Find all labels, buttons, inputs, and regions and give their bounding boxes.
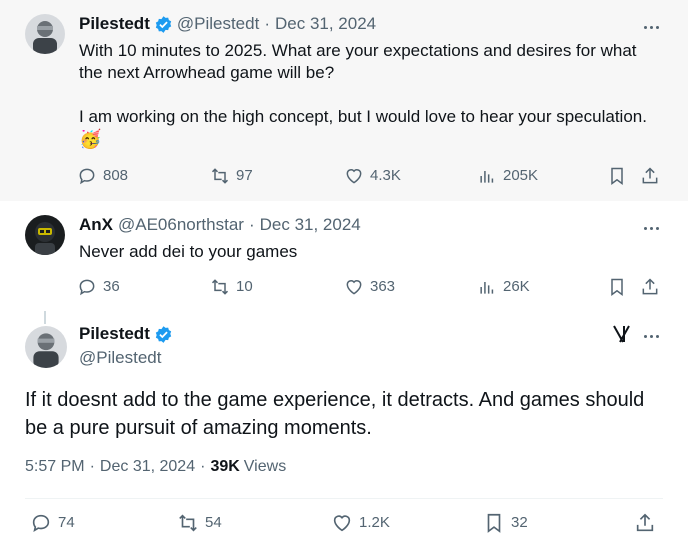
tweet-text: With 10 minutes to 2025. What are your e… xyxy=(79,40,679,150)
party-emoji: 🥳 xyxy=(79,129,102,149)
repost-icon xyxy=(211,279,229,295)
main-tweet-actions: 74 54 1.2K 32 xyxy=(25,512,665,538)
reply-icon xyxy=(32,514,50,533)
bookmark-button[interactable] xyxy=(607,166,633,186)
views-button[interactable]: 26K xyxy=(477,277,530,297)
views-label: Views xyxy=(243,458,287,475)
separator: · xyxy=(264,14,270,33)
display-name[interactable]: Pilestedt xyxy=(79,324,150,344)
verified-badge-icon xyxy=(155,325,172,343)
share-icon xyxy=(636,513,654,532)
share-icon xyxy=(642,278,658,295)
bookmark-icon xyxy=(611,167,623,185)
handle[interactable]: @AE06northstar xyxy=(118,215,244,235)
tweet-header: AnX @AE06northstar · Dec 31, 2024 xyxy=(79,215,361,235)
avatar[interactable] xyxy=(25,14,65,54)
reply-button[interactable]: 74 xyxy=(30,512,75,534)
like-button[interactable]: 363 xyxy=(344,277,395,297)
avatar[interactable] xyxy=(25,326,67,368)
tweet-metadata: 5:57 PM · Dec 31, 2024 · 39K Views xyxy=(25,458,287,476)
views-button[interactable]: 205K xyxy=(477,166,538,186)
repost-icon xyxy=(179,514,197,532)
repost-button[interactable]: 54 xyxy=(177,512,222,534)
heart-icon xyxy=(346,169,362,184)
analytics-icon xyxy=(480,282,494,294)
bookmark-icon xyxy=(487,513,501,533)
handle[interactable]: @Pilestedt xyxy=(79,348,161,368)
tweet-actions: 808 97 4.3K 205K xyxy=(77,166,667,190)
display-name[interactable]: AnX xyxy=(79,215,113,235)
tweet-header: Pilestedt @Pilestedt · Dec 31, 2024 xyxy=(79,14,376,34)
tweet-actions: 36 10 363 26K xyxy=(77,277,667,301)
share-button[interactable] xyxy=(640,277,666,297)
heart-icon xyxy=(346,280,362,295)
reply-tweet[interactable]: AnX @AE06northstar · Dec 31, 2024 Never … xyxy=(0,201,688,311)
share-icon xyxy=(642,167,658,184)
more-options-icon[interactable] xyxy=(640,325,662,347)
bookmark-button[interactable]: 32 xyxy=(483,512,528,534)
post-time[interactable]: 5:57 PM xyxy=(25,458,85,476)
separator: · xyxy=(248,215,255,234)
grok-icon[interactable] xyxy=(610,322,634,346)
reply-button[interactable]: 36 xyxy=(77,277,120,297)
more-options-icon[interactable] xyxy=(640,217,662,239)
views-count[interactable]: 39K xyxy=(210,458,239,476)
like-button[interactable]: 4.3K xyxy=(344,166,401,186)
bookmark-button[interactable] xyxy=(607,277,633,297)
handle[interactable]: @Pilestedt xyxy=(177,14,259,34)
verified-badge-icon xyxy=(155,15,172,33)
post-date[interactable]: Dec 31, 2024 xyxy=(100,458,195,476)
bookmark-icon xyxy=(611,278,623,296)
like-button[interactable]: 1.2K xyxy=(331,512,390,534)
quoted-parent-tweet[interactable]: Pilestedt @Pilestedt · Dec 31, 2024 With… xyxy=(0,0,688,201)
reply-icon xyxy=(79,279,95,296)
more-options-icon[interactable] xyxy=(640,16,662,38)
divider xyxy=(25,498,663,499)
display-name[interactable]: Pilestedt xyxy=(79,14,150,34)
share-button[interactable] xyxy=(634,512,662,534)
avatar[interactable] xyxy=(25,215,65,255)
share-button[interactable] xyxy=(640,166,666,186)
repost-icon xyxy=(211,168,229,184)
reply-icon xyxy=(79,168,95,185)
analytics-icon xyxy=(480,171,494,183)
timestamp[interactable]: Dec 31, 2024 xyxy=(275,14,376,34)
repost-button[interactable]: 97 xyxy=(210,166,253,186)
heart-icon xyxy=(333,515,351,532)
repost-button[interactable]: 10 xyxy=(210,277,253,297)
tweet-text: Never add dei to your games xyxy=(79,242,298,261)
main-tweet-text: If it doesnt add to the game experience,… xyxy=(25,389,645,439)
timestamp[interactable]: Dec 31, 2024 xyxy=(260,215,361,235)
reply-button[interactable]: 808 xyxy=(77,166,128,186)
main-tweet-header: Pilestedt xyxy=(79,324,177,344)
